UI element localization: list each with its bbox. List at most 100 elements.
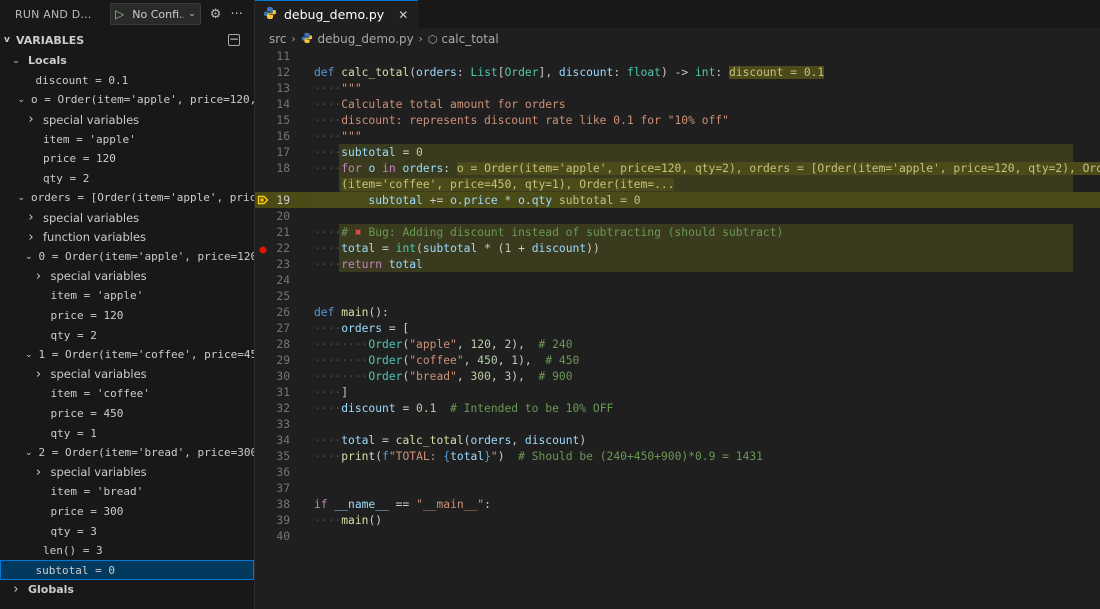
code-line[interactable]: 21 ····# ✖ Bug: Adding discount instead o… [255,224,1100,240]
chevron-right-icon[interactable]: › [25,112,37,127]
code-line[interactable]: 14 ····Calculate total amount for orders [255,96,1100,112]
variable-row[interactable]: ⌄ 0 = Order(item='apple', price=120, ... [0,247,254,267]
code-line[interactable]: 39 ····main() [255,512,1100,528]
variable-row[interactable]: ⌄ orders = [Order(item='apple', price=1..… [0,188,255,208]
code-line[interactable]: 15 ····discount: represents discount rate… [255,112,1100,128]
code-line[interactable]: 32 ····discount = 0.1 # Intended to be 10… [255,400,1100,416]
code-line[interactable]: 11 [255,48,1100,64]
chevron-down-icon[interactable]: ⌄ [25,252,33,262]
code-line[interactable]: 36 [255,464,1100,480]
line-number: 18 [276,161,290,175]
variable-row[interactable]: discount = 0.1 [0,71,254,91]
code-line[interactable]: 33 [255,416,1100,432]
variable-group[interactable]: › special variables [0,267,254,287]
code-line[interactable]: 35 ····print(f"TOTAL: {total}") # Should … [255,448,1100,464]
code-line[interactable]: 22 ····total = int(subtotal * (1 + discou… [255,240,1100,256]
variable-group[interactable]: › special variables [0,110,254,130]
line-number: 31 [276,385,290,399]
chevron-down-icon[interactable]: ⌄ [18,95,26,105]
code-line[interactable]: (item='coffee', price=450, qty=1), Order… [255,176,1100,192]
code-line[interactable]: 38 if __name__ == "__main__": [255,496,1100,512]
variable-row[interactable]: price = 450 [0,404,254,424]
variable-row[interactable]: qty = 3 [0,521,254,541]
line-number: 15 [276,113,290,127]
scope-globals[interactable]: › Globals [0,580,254,600]
collapse-all-icon[interactable]: − [228,33,240,46]
variable-row[interactable]: qty = 2 [0,169,254,189]
variables-section-header[interactable]: v VARIABLES − [0,29,254,51]
run-and-debug-title: RUN AND DE... [15,7,95,21]
chevron-down-icon: v [4,35,10,45]
variable-row[interactable]: price = 120 [0,149,254,169]
code-line[interactable]: 28 ········Order("apple", 120, 2), # 240 [255,336,1100,352]
chevron-down-icon[interactable]: ⌄ [10,56,22,66]
code-line[interactable]: 40 [255,528,1100,544]
code-line[interactable]: 37 [255,480,1100,496]
code-line[interactable]: 20 [255,208,1100,224]
variable-row[interactable]: qty = 2 [0,325,254,345]
tab-label: debug_demo.py [284,7,385,22]
code-line[interactable]: 29 ········Order("coffee", 450, 1), # 450 [255,352,1100,368]
chevron-right-icon[interactable]: › [25,210,37,225]
chevron-right-icon[interactable]: › [33,465,45,480]
code-line[interactable]: 25 [255,288,1100,304]
close-icon[interactable]: ✕ [398,8,408,22]
line-number: 13 [276,81,290,95]
variable-row[interactable]: item = 'apple' [0,286,254,306]
code-text: (item='coffee', price=450, qty=1), Order… [341,177,675,191]
variable-row[interactable]: qty = 1 [0,423,254,443]
code-line[interactable]: 23 ····return total [255,256,1100,272]
code-line[interactable]: 31 ····] [255,384,1100,400]
code-line[interactable]: 16 ····""" [255,128,1100,144]
code-view[interactable]: 11 12 def calc_total(orders: List[Order], … [255,48,1100,544]
chevron-right-icon[interactable]: › [25,230,37,245]
variable-text: o = Order(item='apple', price=120, qt... [31,93,254,107]
variable-group[interactable]: › special variables [0,462,254,482]
variable-group[interactable]: › special variables [0,208,254,228]
variable-text: item = 'bread' [50,485,144,499]
chevron-right-icon[interactable]: › [10,582,22,597]
tab-debug-demo[interactable]: debug_demo.py ✕ [255,0,419,28]
variable-row[interactable]: item = 'apple' [0,129,254,149]
variable-row[interactable]: ⌄ 2 = Order(item='bread', price=300, ... [0,443,254,463]
variable-row[interactable]: subtotal = 0 [0,560,254,581]
code-line[interactable]: 30 ········Order("bread", 300, 3), # 900 [255,368,1100,384]
variable-row[interactable]: price = 300 [0,502,254,522]
code-line[interactable]: 19 ········subtotal += o.price * o.qty su… [255,192,1100,208]
variable-text: item = 'coffee' [50,387,150,401]
breadcrumb-symbol[interactable]: calc_total [441,32,498,46]
scope-locals[interactable]: ⌄ Locals [0,51,254,71]
code-line[interactable]: 13 ····""" [255,80,1100,96]
chevron-down-icon[interactable]: ⌄ [25,448,33,458]
variable-text: special variables [50,269,147,284]
launch-config-dropdown[interactable]: ▷ No Confi... ⌄ [110,3,201,25]
chevron-right-icon[interactable]: › [33,367,45,382]
code-line[interactable]: 12 def calc_total(orders: List[Order], di… [255,64,1100,80]
variable-row[interactable]: ⌄ 1 = Order(item='coffee', price=450,... [0,345,254,365]
chevron-right-icon[interactable]: › [33,269,45,284]
start-debugging-icon[interactable]: ▷ [115,7,124,21]
line-number: 21 [276,225,290,239]
debug-sidebar: RUN AND DE... ▷ No Confi... ⌄ ⚙ ··· v VA… [0,0,255,609]
line-number: 35 [276,449,290,463]
variable-row[interactable]: price = 120 [0,306,254,326]
breadcrumb-src[interactable]: src [269,32,287,46]
more-actions-icon[interactable]: ··· [230,7,242,22]
variable-row[interactable]: ⌄ o = Order(item='apple', price=120, qt..… [0,90,255,110]
code-line[interactable]: 34 ····total = calc_total(orders, discoun… [255,432,1100,448]
variable-row[interactable]: len() = 3 [0,541,254,561]
code-line[interactable]: 24 [255,272,1100,288]
variable-group[interactable]: › function variables [0,227,254,247]
chevron-down-icon[interactable]: ⌄ [18,193,26,203]
chevron-down-icon[interactable]: ⌄ [25,350,33,360]
breadcrumb-file[interactable]: debug_demo.py [318,32,414,46]
code-line[interactable]: 27 ····orders = [ [255,320,1100,336]
code-line[interactable]: 18 ····for o in orders: o = Order(item='a… [255,160,1100,176]
variable-text: qty = 1 [50,426,97,440]
variable-row[interactable]: item = 'bread' [0,482,254,502]
code-line[interactable]: 17 ····subtotal = 0 [255,144,1100,160]
variable-row[interactable]: item = 'coffee' [0,384,254,404]
gear-icon[interactable]: ⚙ [210,7,222,22]
variable-group[interactable]: › special variables [0,365,254,385]
code-line[interactable]: 26 def main(): [255,304,1100,320]
